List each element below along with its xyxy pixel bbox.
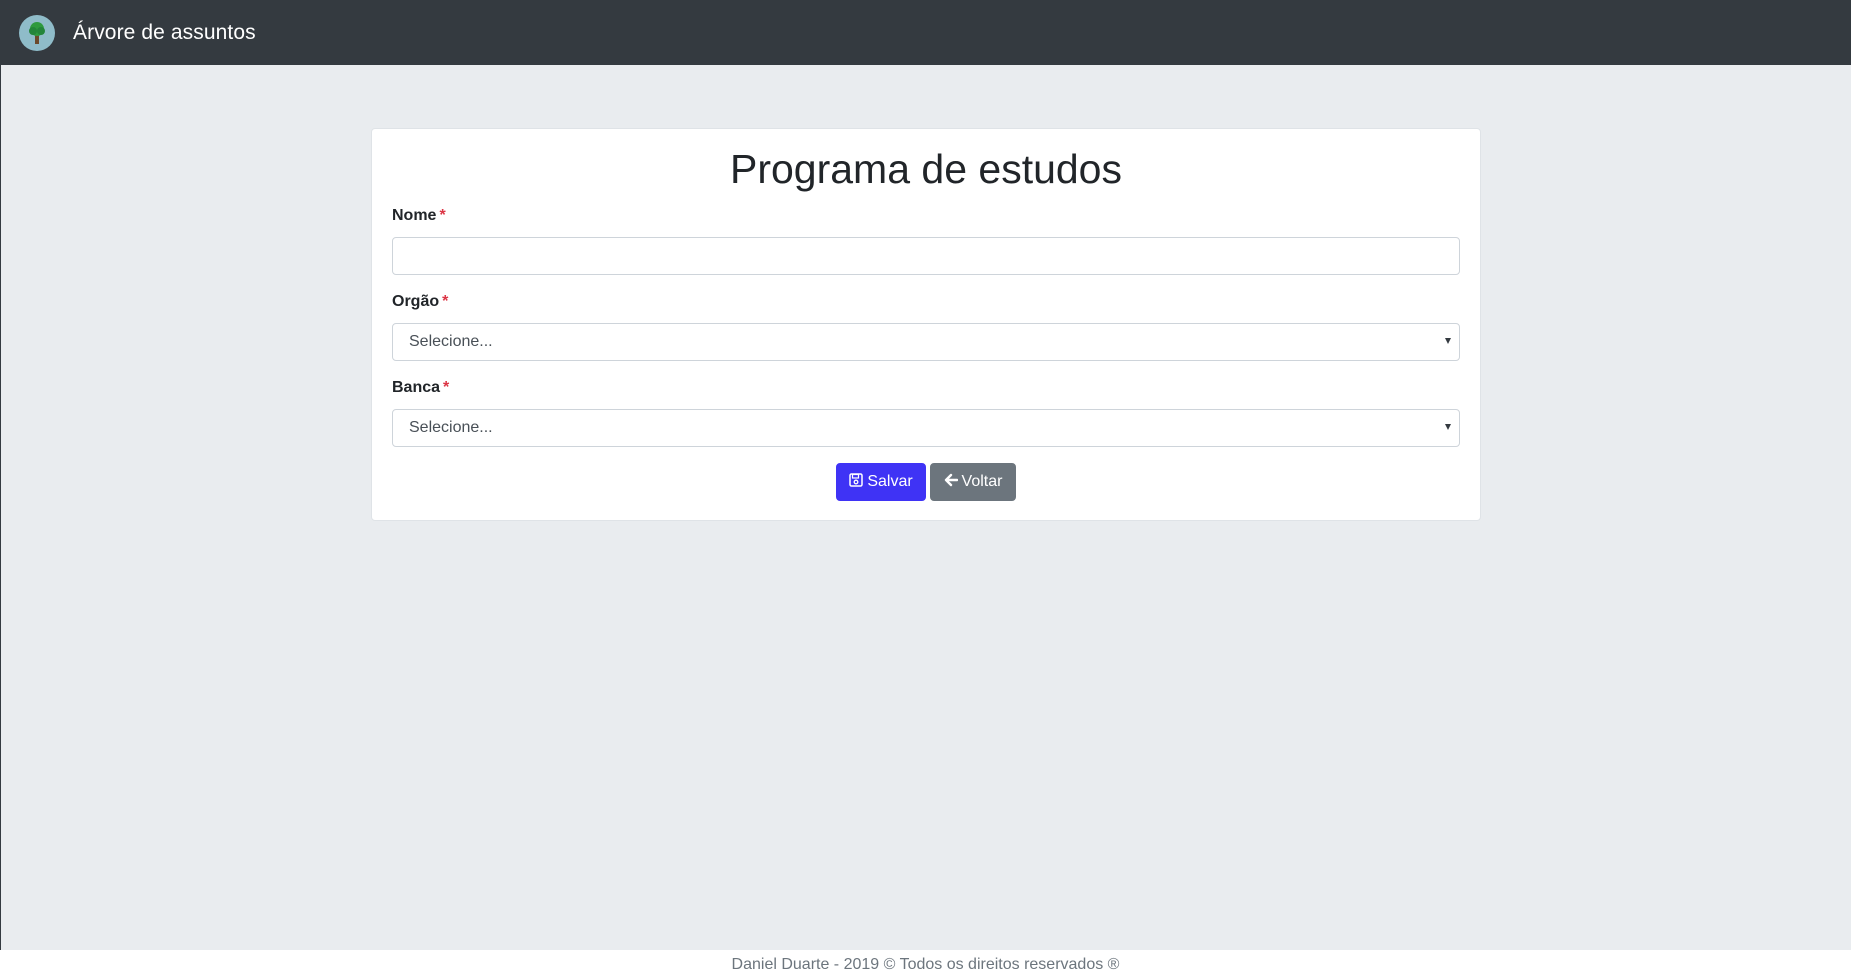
required-marker: * (442, 293, 449, 310)
footer-text: Daniel Duarte - 2019 © Todos os direitos… (731, 956, 1120, 973)
nome-label-text: Nome (392, 207, 437, 224)
page-left-border (0, 65, 1, 950)
chevron-down-icon (1445, 338, 1451, 344)
save-button-label: Salvar (867, 473, 913, 490)
banca-select[interactable]: Selecione... (392, 409, 1460, 447)
banca-label: Banca * (392, 379, 449, 397)
arrow-left-icon (944, 473, 962, 492)
required-marker: * (439, 207, 446, 224)
app-brand[interactable]: Árvore de assuntos (73, 21, 256, 45)
orgao-select-value: Selecione... (409, 333, 493, 350)
footer: Daniel Duarte - 2019 © Todos os direitos… (0, 950, 1851, 980)
page-title: Programa de estudos (729, 146, 1122, 192)
study-program-form: Programa de estudos Nome * Orgão * Selecio… (371, 128, 1481, 521)
required-marker: * (443, 379, 450, 396)
orgao-select[interactable]: Selecione... (392, 323, 1460, 361)
nome-label: Nome * (392, 207, 446, 225)
chevron-down-icon (1445, 424, 1451, 430)
save-button[interactable]: Salvar (836, 463, 926, 501)
banca-select-value: Selecione... (409, 419, 493, 436)
banca-label-text: Banca (392, 379, 441, 396)
save-icon (849, 472, 867, 492)
tree-icon[interactable] (19, 14, 55, 51)
nome-input[interactable] (392, 237, 1460, 275)
top-navbar: Árvore de assuntos (0, 0, 1851, 65)
orgao-label-text: Orgão (392, 293, 440, 310)
back-button[interactable]: Voltar (930, 463, 1016, 501)
orgao-label: Orgão * (392, 293, 448, 311)
back-button-label: Voltar (961, 473, 1003, 490)
